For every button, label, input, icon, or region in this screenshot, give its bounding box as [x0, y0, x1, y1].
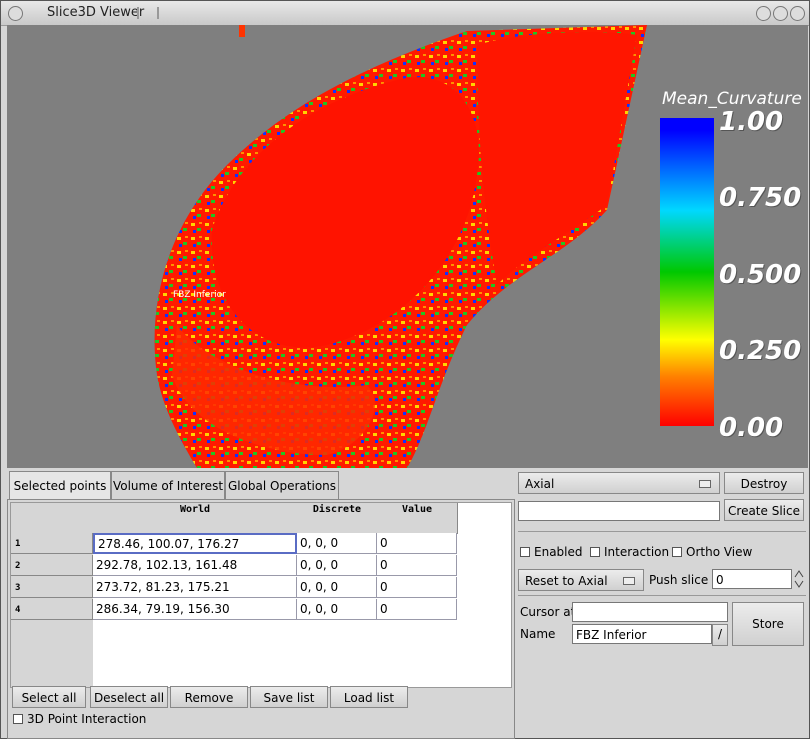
- points-table[interactable]: World Discrete Value 1 278.46, 100.07, 1…: [10, 502, 512, 688]
- 3d-point-interaction-toggle[interactable]: 3D Point Interaction: [13, 712, 146, 726]
- load-list-button[interactable]: Load list: [330, 686, 408, 708]
- dropdown-indicator-icon: [699, 480, 711, 488]
- ortho-view-checkbox[interactable]: Ortho View: [672, 545, 752, 559]
- maximize-icon[interactable]: [773, 6, 788, 21]
- checkbox-icon[interactable]: [520, 547, 530, 557]
- landmark-label: FBZ Inferior: [173, 290, 226, 300]
- divider: [518, 531, 806, 532]
- store-button[interactable]: Store: [732, 602, 804, 646]
- slice-controls: Axial Destroy Slice Create Slice Enabled…: [518, 469, 808, 737]
- 3d-point-interaction-label: 3D Point Interaction: [27, 712, 147, 726]
- row-header[interactable]: 1: [11, 533, 93, 554]
- checkbox-icon[interactable]: [13, 714, 23, 724]
- tab-volume-of-interest[interactable]: Volume of Interest: [111, 471, 225, 500]
- close-icon[interactable]: [790, 6, 805, 21]
- selected-points-pane: World Discrete Value 1 278.46, 100.07, 1…: [7, 499, 515, 739]
- slice-name-input[interactable]: [518, 501, 720, 521]
- interaction-checkbox[interactable]: Interaction: [590, 545, 669, 559]
- enabled-checkbox[interactable]: Enabled: [520, 545, 583, 559]
- ortho-view-label: Ortho View: [686, 545, 753, 559]
- push-slice-input[interactable]: 0: [712, 569, 792, 589]
- table-cell-discrete[interactable]: 0, 0, 0: [297, 599, 377, 620]
- slice3d-window: Slice3D Viewer FBZ Inferior Mean_Curvatu…: [0, 0, 810, 739]
- colorbar-tick-min: 0.00: [719, 413, 784, 443]
- save-list-button[interactable]: Save list: [250, 686, 328, 708]
- table-cell-value[interactable]: 0: [377, 555, 457, 576]
- table-cell-world[interactable]: 273.72, 81.23, 175.21: [93, 577, 297, 598]
- tab-selected-points[interactable]: Selected points: [9, 471, 111, 500]
- control-panel: Selected points Volume of Interest Globa…: [7, 469, 808, 739]
- table-cell-value[interactable]: 0: [377, 533, 457, 554]
- row-header[interactable]: 3: [11, 577, 93, 598]
- name-edit-icon[interactable]: /: [712, 624, 728, 646]
- table-cell-value[interactable]: 0: [377, 599, 457, 620]
- colorbar-tick-050: 0.500: [719, 260, 802, 290]
- table-cell-value[interactable]: 0: [377, 577, 457, 598]
- drag-grip-icon: [137, 7, 159, 19]
- orientation-value: Axial: [525, 477, 555, 491]
- row-header[interactable]: 4: [11, 599, 93, 620]
- remove-button[interactable]: Remove: [170, 686, 248, 708]
- table-cell-discrete[interactable]: 0, 0, 0: [297, 533, 377, 554]
- dropdown-indicator-icon: [623, 577, 635, 585]
- create-slice-button[interactable]: Create Slice: [724, 499, 804, 521]
- table-cell-world[interactable]: 278.46, 100.07, 176.27: [93, 533, 297, 554]
- reset-orientation-dropdown[interactable]: Reset to Axial: [518, 569, 644, 591]
- colorbar-tick-075: 0.750: [719, 183, 802, 213]
- table-cell-discrete[interactable]: 0, 0, 0: [297, 555, 377, 576]
- divider: [518, 595, 806, 596]
- table-cell-world[interactable]: 292.78, 102.13, 161.48: [93, 555, 297, 576]
- table-corner: [11, 503, 94, 534]
- row-header[interactable]: 2: [11, 555, 93, 576]
- cursor-at-input[interactable]: [572, 602, 728, 622]
- destroy-slice-button[interactable]: Destroy Slice: [724, 472, 804, 513]
- window-title: Slice3D Viewer: [47, 5, 145, 20]
- column-header-world[interactable]: World: [93, 503, 298, 534]
- checkbox-icon[interactable]: [672, 547, 682, 557]
- checkbox-icon[interactable]: [590, 547, 600, 557]
- colorbar: [660, 118, 714, 426]
- spin-arrows-icon[interactable]: [794, 569, 804, 589]
- reset-value: Reset to Axial: [525, 574, 608, 588]
- orientation-dropdown[interactable]: Axial: [518, 472, 720, 494]
- table-cell-world[interactable]: 286.34, 79.19, 156.30: [93, 599, 297, 620]
- cursor-at-label: Cursor at: [520, 605, 576, 619]
- table-cell-discrete[interactable]: 0, 0, 0: [297, 577, 377, 598]
- landmark-name-input[interactable]: FBZ Inferior: [572, 624, 712, 644]
- select-all-button[interactable]: Select all: [12, 686, 86, 708]
- push-slice-label: Push slice: [649, 573, 709, 587]
- colorbar-title: Mean_Curvature: [662, 89, 802, 109]
- enabled-label: Enabled: [534, 545, 583, 559]
- window-menu-icon[interactable]: [8, 6, 23, 21]
- name-label: Name: [520, 627, 556, 641]
- colorbar-tick-025: 0.250: [719, 336, 802, 366]
- title-bar[interactable]: Slice3D Viewer: [1, 1, 809, 26]
- column-header-value[interactable]: Value: [377, 503, 458, 534]
- deselect-all-button[interactable]: Deselect all: [90, 686, 168, 708]
- 3d-viewport[interactable]: FBZ Inferior Mean_Curvature 1.00 0.750 0…: [7, 25, 808, 468]
- interaction-label: Interaction: [604, 545, 670, 559]
- colorbar-tick-max: 1.00: [719, 107, 784, 137]
- tab-global-operations[interactable]: Global Operations: [225, 471, 339, 500]
- column-header-discrete[interactable]: Discrete: [297, 503, 378, 534]
- minimize-icon[interactable]: [756, 6, 771, 21]
